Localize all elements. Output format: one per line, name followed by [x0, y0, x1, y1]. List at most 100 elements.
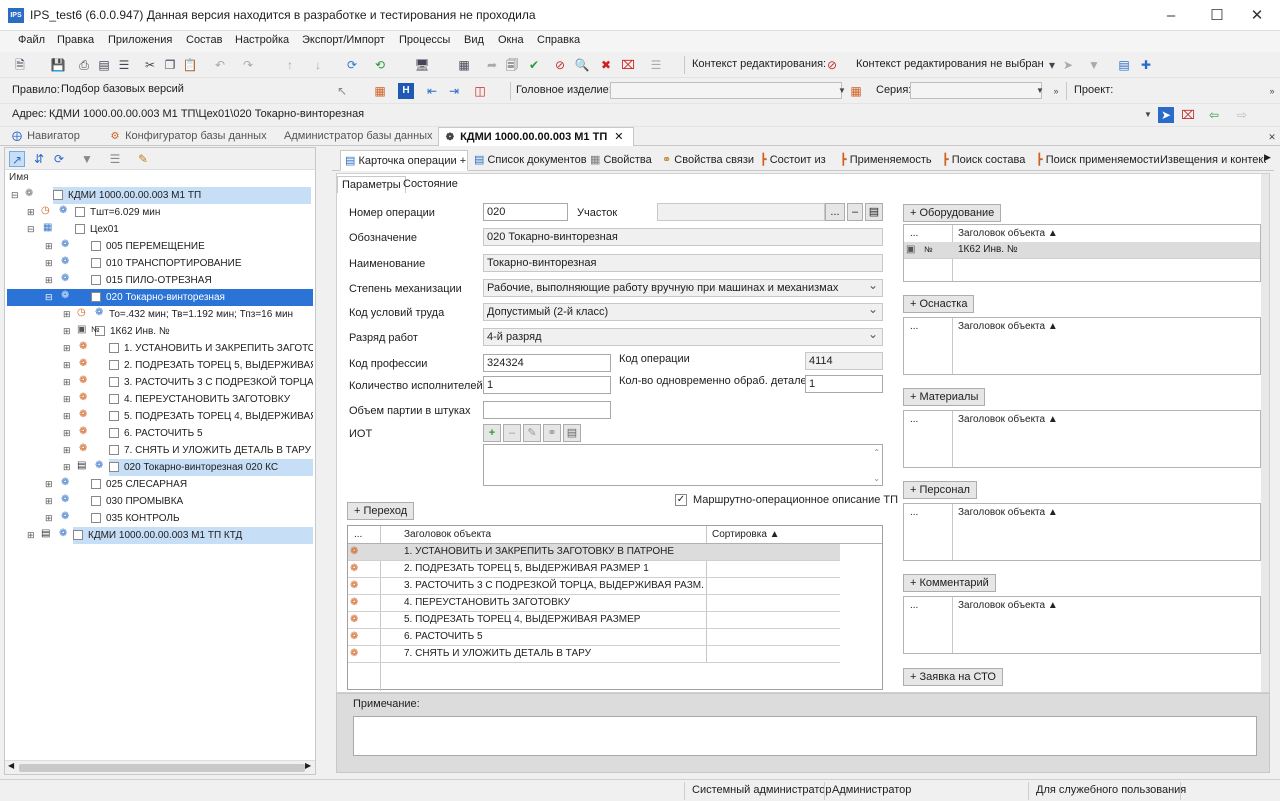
- tree-checkbox[interactable]: [91, 292, 101, 303]
- workers-count-field[interactable]: 1: [483, 376, 611, 394]
- iot-edit-button[interactable]: ✎: [523, 424, 541, 442]
- grid-ellipsis[interactable]: ...: [910, 321, 918, 332]
- doc-forbid-icon[interactable]: ⊘: [552, 57, 568, 73]
- expand-icon[interactable]: ⊞: [45, 513, 53, 524]
- add-tooling-button[interactable]: + Оснастка: [903, 295, 975, 313]
- expand-icon[interactable]: ⊞: [63, 309, 71, 320]
- tree-checkbox[interactable]: [91, 241, 101, 252]
- area-clear-button[interactable]: –: [847, 203, 863, 221]
- notes-field[interactable]: [353, 716, 1257, 756]
- tree-node[interactable]: 2. ПОДРЕЗАТЬ ТОРЕЦ 5, ВЫДЕРЖИВАЯ Р: [109, 357, 313, 374]
- monitor-icon[interactable]: 🖥: [414, 57, 430, 73]
- tree-refresh-icon[interactable]: ⟳: [51, 151, 67, 167]
- new-icon[interactable]: 🗎: [12, 57, 28, 73]
- expand-icon[interactable]: ⊞: [45, 275, 53, 286]
- equipment-header[interactable]: Заголовок объекта ▲: [958, 228, 1058, 239]
- delete-icon[interactable]: ✖: [598, 57, 614, 73]
- tree-node[interactable]: КДМИ 1000.00.00.003 М1 ТП: [53, 187, 311, 204]
- delete-link-icon[interactable]: ⌧: [620, 57, 636, 73]
- scroll-left-icon[interactable]: ◀: [8, 761, 14, 770]
- sync-icon[interactable]: ⟲: [372, 57, 388, 73]
- tab-usage-search[interactable]: ┣ Поиск применяемости: [1036, 150, 1160, 171]
- iot-scroll-up-icon[interactable]: ⌃: [873, 445, 880, 461]
- menu-edit[interactable]: Правка: [57, 34, 94, 46]
- window-add-icon[interactable]: ✚: [1138, 57, 1154, 73]
- add-equipment-button[interactable]: + Оборудование: [903, 204, 1002, 222]
- move-down-icon[interactable]: ↓: [310, 57, 326, 73]
- list-icon[interactable]: ☰: [648, 57, 664, 73]
- parts-count-field[interactable]: 1: [805, 375, 883, 393]
- print-icon[interactable]: ⎙: [76, 57, 92, 73]
- comments-header[interactable]: Заголовок объекта ▲: [958, 600, 1058, 611]
- doc-copy-icon[interactable]: 🗐: [504, 57, 520, 73]
- collapse-icon[interactable]: ⊟: [45, 292, 53, 303]
- collapse-icon[interactable]: ⊟: [11, 190, 19, 201]
- doc-search-icon[interactable]: 🔍: [574, 57, 590, 73]
- expand-icon[interactable]: ⊞: [27, 207, 35, 218]
- structure-icon[interactable]: ▦: [372, 83, 388, 99]
- tree-node[interactable]: 4. ПЕРЕУСТАНОВИТЬ ЗАГОТОВКУ: [109, 391, 313, 408]
- window-edit-icon[interactable]: ▤: [1116, 57, 1132, 73]
- table-row[interactable]: ❁ 1. УСТАНОВИТЬ И ЗАКРЕПИТЬ ЗАГОТОВКУ В П…: [348, 544, 840, 561]
- menu-applications[interactable]: Приложения: [108, 34, 172, 46]
- add-personnel-button[interactable]: + Персонал: [903, 481, 977, 499]
- address-input[interactable]: КДМИ 1000.00.00.003 М1 ТП\Цех01\020 Тока…: [46, 107, 1154, 124]
- tree-filter-icon[interactable]: ▼: [79, 151, 95, 167]
- tab-consists-of[interactable]: ┣ Состоит из: [760, 150, 826, 171]
- tree-node[interactable]: 030 ПРОМЫВКА: [91, 493, 311, 510]
- expand-icon[interactable]: ⊞: [63, 445, 71, 456]
- tree-checkbox[interactable]: [75, 207, 85, 218]
- save-icon[interactable]: 💾: [50, 57, 66, 73]
- grid-ellipsis[interactable]: ...: [910, 600, 918, 611]
- iot-remove-button[interactable]: –: [503, 424, 521, 442]
- back-icon[interactable]: ⇦: [1206, 107, 1222, 123]
- head-product-pick-icon[interactable]: ▦: [848, 83, 864, 99]
- tab-parameters[interactable]: Параметры: [337, 176, 406, 193]
- expand-icon[interactable]: ⊞: [63, 377, 71, 388]
- tab-usage[interactable]: ┣ Применяемость: [840, 150, 932, 171]
- tree-node[interactable]: 3. РАСТОЧИТЬ 3 С ПОДРЕЗКОЙ ТОРЦА,: [109, 374, 313, 391]
- expand-icon[interactable]: ⊞: [45, 258, 53, 269]
- expand-icon[interactable]: ⊞: [45, 496, 53, 507]
- version-icon[interactable]: H: [398, 83, 414, 99]
- area-browse-button[interactable]: ...: [825, 203, 845, 221]
- add-materials-button[interactable]: + Материалы: [903, 388, 986, 406]
- tree-node[interactable]: Цех01: [75, 221, 311, 238]
- menu-view[interactable]: Вид: [464, 34, 484, 46]
- grid-ellipsis[interactable]: ...: [910, 414, 918, 425]
- tab-navigator[interactable]: ⨁ Навигатор: [6, 127, 102, 146]
- tree-checkbox[interactable]: [109, 428, 119, 439]
- menu-processes[interactable]: Процессы: [399, 34, 450, 46]
- tree-scrollbar[interactable]: ◀ ▶: [5, 760, 315, 774]
- tree-checkbox[interactable]: [91, 275, 101, 286]
- expand-icon[interactable]: ⊞: [63, 428, 71, 439]
- tab-link-properties[interactable]: ⚭ Свойства связи: [662, 150, 754, 171]
- form-scrollbar[interactable]: [1261, 174, 1269, 692]
- copy-icon[interactable]: ❐: [162, 57, 178, 73]
- route-description-checkbox[interactable]: ✓: [675, 494, 687, 506]
- menu-settings[interactable]: Настройка: [235, 34, 289, 46]
- project-more-icon[interactable]: »: [1264, 83, 1280, 99]
- iot-link-button[interactable]: ⚭: [543, 424, 561, 442]
- collapse-icon[interactable]: ⊟: [27, 224, 35, 235]
- tree-filter-list-icon[interactable]: ☰: [107, 151, 123, 167]
- add-transition-button[interactable]: + Переход: [347, 502, 415, 520]
- tree-checkbox[interactable]: [75, 224, 85, 235]
- series-dropdown-icon[interactable]: ▼: [1032, 83, 1048, 99]
- tree-right-icon[interactable]: ⇥: [446, 83, 462, 99]
- expand-icon[interactable]: ⊞: [27, 530, 35, 541]
- minimize-icon[interactable]: –: [1148, 0, 1194, 31]
- personnel-header[interactable]: Заголовок объекта ▲: [958, 507, 1058, 518]
- grid-ellipsis[interactable]: ...: [910, 507, 918, 518]
- paste-icon[interactable]: 📋: [182, 57, 198, 73]
- tabs-scroll-right-icon[interactable]: ▶: [1264, 152, 1271, 163]
- refresh-icon[interactable]: ⟳: [344, 57, 360, 73]
- barcode-icon[interactable]: ☰: [116, 57, 132, 73]
- redo-icon[interactable]: ↷: [240, 57, 256, 73]
- tree-node[interactable]: 005 ПЕРЕМЕЩЕНИЕ: [91, 238, 311, 255]
- address-go-icon[interactable]: ➤: [1158, 107, 1174, 123]
- expand-icon[interactable]: ⊞: [63, 360, 71, 371]
- expand-icon[interactable]: ⊞: [63, 326, 71, 337]
- labor-conditions-select[interactable]: Допустимый (2-й класс): [483, 303, 883, 321]
- menu-file[interactable]: Файл: [18, 34, 45, 46]
